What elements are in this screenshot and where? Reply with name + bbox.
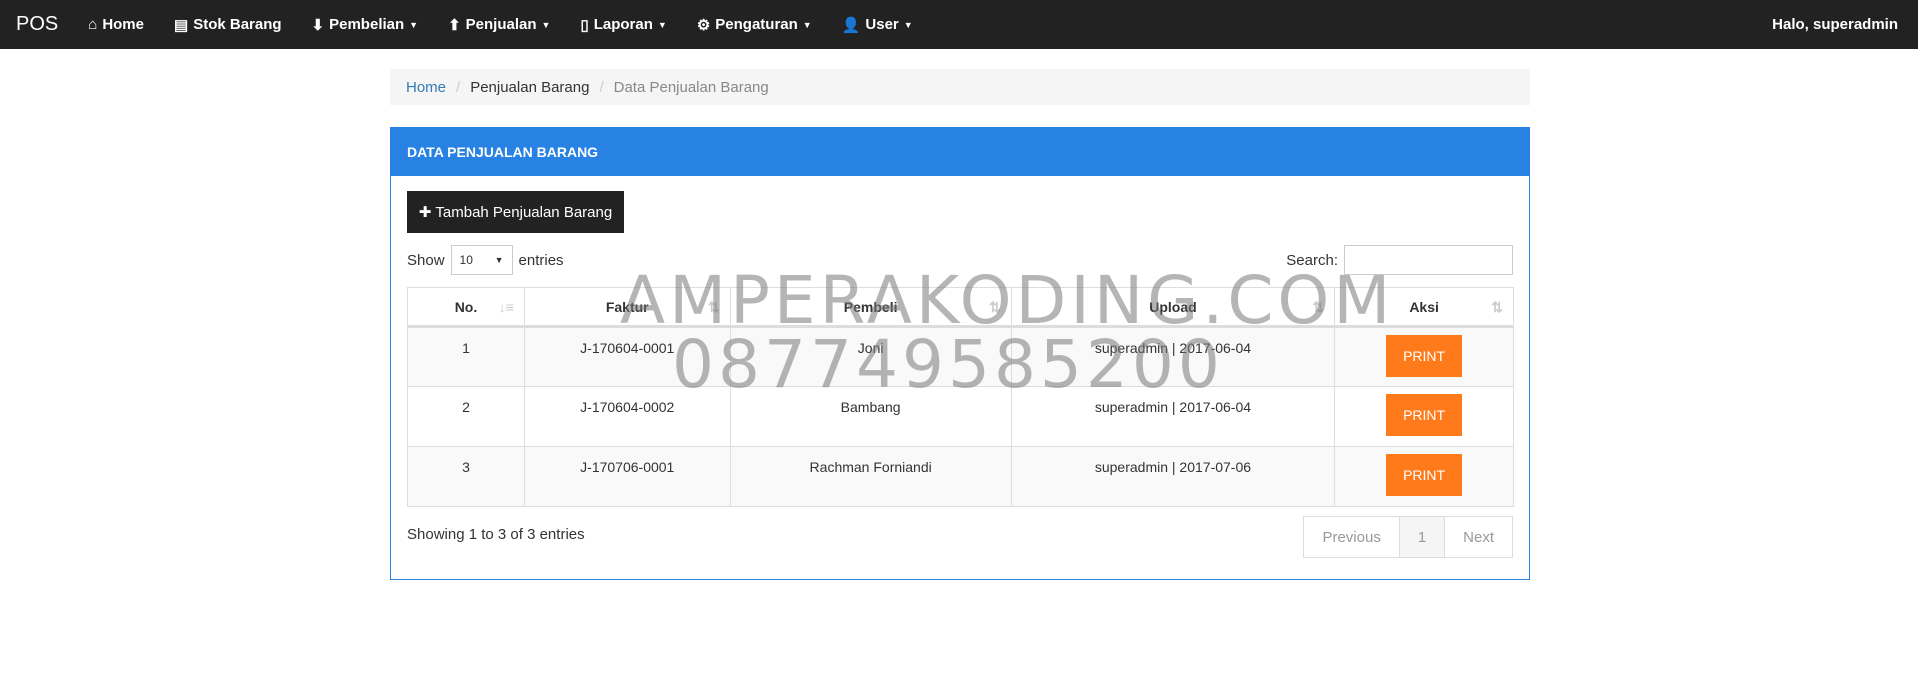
user-icon: 👤 <box>841 16 861 34</box>
arrow-circle-up-icon: ⬆ <box>448 16 461 34</box>
caret-down-icon: ▼ <box>409 19 419 30</box>
nav-item-home[interactable]: ⌂ Home <box>88 16 144 34</box>
nav-item-pengaturan[interactable]: ⚙ Pengaturan ▼ <box>697 16 812 34</box>
cell-faktur: J-170604-0001 <box>523 326 731 387</box>
cell-pembeli: Bambang <box>729 386 1012 447</box>
caret-down-icon: ▼ <box>494 255 504 265</box>
nav-item-laporan[interactable]: ▯ Laporan ▼ <box>580 16 666 34</box>
brand[interactable]: POS <box>16 13 58 36</box>
cell-no: 2 <box>407 386 525 447</box>
sort-icon: ↓≡ <box>498 298 514 315</box>
cell-faktur: J-170604-0002 <box>523 386 731 447</box>
print-button[interactable]: PRINT <box>1386 394 1463 436</box>
pagination-page[interactable]: 1 <box>1398 517 1445 557</box>
column-header[interactable]: Upload ⇅ <box>1010 287 1336 328</box>
nav-item-pembelian[interactable]: ⬇ Pembelian ▼ <box>312 16 419 34</box>
print-button[interactable]: PRINT <box>1386 454 1463 496</box>
search-label: Search: <box>1286 251 1338 269</box>
sort-icon: ⇅ <box>988 298 1001 315</box>
breadcrumb-separator: / <box>456 78 461 96</box>
cell-upload: superadmin | 2017-07-06 <box>1010 446 1336 507</box>
sort-icon: ⇅ <box>1312 298 1325 315</box>
arrow-circle-down-icon: ⬇ <box>311 16 325 34</box>
cell-no: 1 <box>407 326 525 387</box>
nav-item-stok-barang[interactable]: ▤ Stok Barang <box>174 16 282 34</box>
file-icon: ▯ <box>580 16 589 34</box>
entries-length: Show 10 ▼ entries <box>407 245 564 275</box>
caret-down-icon: ▼ <box>903 19 913 30</box>
breadcrumb-separator: / <box>599 78 604 96</box>
add-sale-label: Tambah Penjualan Barang <box>435 203 613 221</box>
nav-label: Penjualan <box>465 16 537 33</box>
cell-aksi: PRINT <box>1334 386 1514 447</box>
table-info: Showing 1 to 3 of 3 entries <box>407 526 585 543</box>
cell-aksi: PRINT <box>1334 326 1514 387</box>
nav-label: Pembelian <box>329 16 405 33</box>
nav-label: Laporan <box>593 16 653 33</box>
sort-icon: ⇅ <box>707 298 720 315</box>
pagination: Previous 1 Next <box>1303 516 1513 558</box>
column-label: Faktur <box>605 298 649 315</box>
column-header[interactable]: Aksi ⇅ <box>1334 287 1514 328</box>
table-row: 2 J-170604-0002 Bambang superadmin | 2017-0… <box>407 386 1514 447</box>
add-sale-button[interactable]: ✚ Tambah Penjualan Barang <box>407 191 624 233</box>
column-label: Pembeli <box>843 298 898 315</box>
nav-item-penjualan[interactable]: ⬆ Penjualan ▼ <box>448 16 550 34</box>
entries-select[interactable]: 10 ▼ <box>450 245 513 275</box>
nav-label: Pengaturan <box>715 16 798 33</box>
search-input[interactable] <box>1344 245 1513 275</box>
breadcrumb: Home / Penjualan Barang / Data Penjualan… <box>390 69 1530 105</box>
table-row: 3 J-170706-0001 Rachman Forniandi superadmi… <box>407 446 1514 507</box>
cell-upload: superadmin | 2017-06-04 <box>1010 386 1336 447</box>
pagination-next[interactable]: Next <box>1444 517 1512 557</box>
breadcrumb-home[interactable]: Home <box>406 79 446 96</box>
navbar: POS ⌂ Home ▤ Stok Barang ⬇ Pembelian ▼ ⬆ Penjual… <box>0 0 1918 49</box>
nav-label: User <box>865 16 899 33</box>
entries-label: entries <box>518 251 564 269</box>
column-label: No. <box>454 298 478 315</box>
plus-icon: ✚ <box>418 204 432 221</box>
column-label: Upload <box>1149 298 1197 315</box>
user-greeting[interactable]: Halo, superadmin <box>1772 16 1898 33</box>
breadcrumb-penjualan: Penjualan Barang <box>470 78 590 96</box>
column-label: Aksi <box>1409 298 1439 315</box>
search-box: Search: <box>1286 245 1513 275</box>
nav-label: Home <box>102 16 144 33</box>
panel-title: DATA PENJUALAN BARANG <box>391 128 1529 176</box>
column-header[interactable]: Pembeli ⇅ <box>729 287 1012 328</box>
caret-down-icon: ▼ <box>541 19 551 30</box>
pagination-previous[interactable]: Previous <box>1304 517 1398 557</box>
caret-down-icon: ▼ <box>802 19 812 30</box>
cell-no: 3 <box>407 446 525 507</box>
nav-label: Stok Barang <box>193 16 282 33</box>
nav-item-user[interactable]: 👤 User ▼ <box>842 16 913 34</box>
cell-faktur: J-170706-0001 <box>523 446 731 507</box>
column-header[interactable]: Faktur ⇅ <box>523 287 731 328</box>
cell-pembeli: Joni <box>729 326 1012 387</box>
entries-value: 10 <box>459 253 473 267</box>
breadcrumb-current: Data Penjualan Barang <box>613 78 769 96</box>
show-label: Show <box>407 251 445 269</box>
sort-icon: ⇅ <box>1491 298 1503 315</box>
column-header[interactable]: No. ↓≡ <box>407 287 525 328</box>
table-row: 1 J-170604-0001 Joni superadmin | 2017-06-0… <box>407 326 1514 387</box>
cell-upload: superadmin | 2017-06-04 <box>1010 326 1336 387</box>
cell-pembeli: Rachman Forniandi <box>729 446 1012 507</box>
caret-down-icon: ▼ <box>657 19 667 30</box>
cell-aksi: PRINT <box>1334 446 1514 507</box>
print-button[interactable]: PRINT <box>1386 335 1463 377</box>
home-icon: ⌂ <box>88 16 98 33</box>
sales-panel: DATA PENJUALAN BARANG ✚ Tambah Penjualan … <box>390 127 1530 580</box>
sales-table: No. ↓≡ Faktur ⇅ Pembeli ⇅ Upload ⇅ Aksi ⇅ 1 J-1706… <box>407 287 1514 507</box>
gear-icon: ⚙ <box>696 16 711 34</box>
archive-icon: ▤ <box>174 16 189 34</box>
